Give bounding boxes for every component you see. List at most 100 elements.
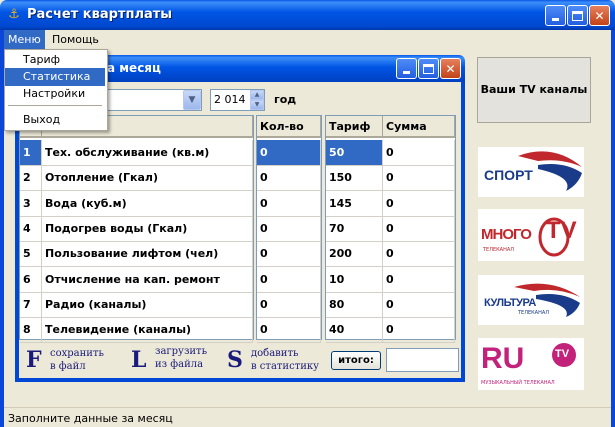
mnogo-logo-tv: TV <box>546 217 577 244</box>
rate-cell[interactable]: 70 <box>326 216 383 242</box>
menu-item-statistics[interactable]: Статистика <box>5 68 105 86</box>
services-grid[interactable]: ги 1Тех. обслуживание (кв.м)2Отопление (… <box>19 115 254 343</box>
kultura-logo[interactable]: КУЛЬТУРА ТЕЛЕКАНАЛ <box>478 275 584 325</box>
minimize-icon <box>403 71 410 74</box>
kultura-logo-text: КУЛЬТУРА <box>484 297 536 309</box>
sport-logo[interactable]: СПОРТ <box>478 147 584 197</box>
row-number-cell[interactable]: 2 <box>20 165 42 191</box>
ru-logo-sub: МУЗЫКАЛЬНЫЙ ТЕЛЕКАНАЛ <box>481 380 555 386</box>
service-name-cell[interactable]: Радио (каналы) <box>42 292 253 318</box>
year-label: год <box>274 93 297 106</box>
rate-cell[interactable]: 50 <box>326 140 383 166</box>
window-title: Расчет квартплаты <box>27 7 173 22</box>
shortcut-key-s: S <box>227 347 243 373</box>
row-number-cell[interactable]: 5 <box>20 241 42 267</box>
close-button[interactable]: ✕ <box>589 5 610 26</box>
row-number-cell[interactable]: 4 <box>20 216 42 242</box>
sum-cell[interactable]: 0 <box>383 140 455 166</box>
sum-cell[interactable]: 0 <box>383 191 455 217</box>
lamp-icon[interactable]: ⚓ <box>6 7 22 23</box>
shortcut-l-line1: загрузить <box>155 346 208 357</box>
service-name-cell[interactable]: Вода (куб.м) <box>42 191 253 217</box>
maximize-button[interactable] <box>567 5 588 26</box>
row-number-cell[interactable]: 3 <box>20 191 42 217</box>
status-text: Заполните данные за месяц <box>8 412 173 425</box>
menu-item-tariff[interactable]: Тариф <box>5 51 105 69</box>
child-close-button[interactable]: ✕ <box>440 58 461 79</box>
rate-cell[interactable]: 150 <box>326 165 383 191</box>
rate-cell[interactable]: 40 <box>326 317 383 343</box>
kultura-logo-sub: ТЕЛЕКАНАЛ <box>518 310 550 316</box>
quantity-cell[interactable]: 0 <box>257 267 321 293</box>
child-maximize-button[interactable] <box>418 58 439 79</box>
sum-cell[interactable]: 0 <box>383 241 455 267</box>
shortcut-s-line2: в статистику <box>251 361 320 372</box>
quantity-grid[interactable]: Кол-во 00000000 <box>256 115 322 343</box>
tv-channels-button[interactable]: Ваши TV каналы <box>477 57 591 123</box>
shortcut-key-f: F <box>26 347 42 373</box>
shortcut-f-line1: сохранить <box>50 348 104 359</box>
quantity-cell[interactable]: 0 <box>257 191 321 217</box>
rate-cell[interactable]: 10 <box>326 267 383 293</box>
shortcut-l-line2: из файла <box>155 359 204 370</box>
sum-cell[interactable]: 0 <box>383 317 455 343</box>
column-header-quantity[interactable]: Кол-во <box>257 116 321 138</box>
child-window-title: за месяц <box>100 61 161 75</box>
ru-tv-logo[interactable]: RU TV МУЗЫКАЛЬНЫЙ ТЕЛЕКАНАЛ <box>478 338 584 390</box>
column-header-sum[interactable]: Сумма <box>383 116 455 138</box>
mnogo-logo-sub: ТЕЛЕКАНАЛ <box>483 247 515 253</box>
service-name-cell[interactable]: Тех. обслуживание (кв.м) <box>42 140 253 166</box>
menu-item-settings[interactable]: Настройки <box>5 85 105 103</box>
sum-cell[interactable]: 0 <box>383 216 455 242</box>
child-minimize-button[interactable] <box>396 58 417 79</box>
window-frame-right <box>611 30 615 427</box>
service-name-cell[interactable]: Отопление (Гкал) <box>42 165 253 191</box>
rate-cell[interactable]: 200 <box>326 241 383 267</box>
ru-logo-text: RU <box>481 342 525 375</box>
service-name-cell[interactable]: Телевидение (каналы) <box>42 317 253 343</box>
service-name-cell[interactable]: Подогрев воды (Гкал) <box>42 216 253 242</box>
quantity-cell[interactable]: 0 <box>257 241 321 267</box>
menu-separator <box>8 105 102 106</box>
year-down-button[interactable]: ▼ <box>250 100 264 110</box>
month-dropdown-button[interactable]: ▼ <box>183 90 201 110</box>
quantity-cell[interactable]: 0 <box>257 317 321 343</box>
menu-help[interactable]: Помощь <box>48 30 103 49</box>
service-name-cell[interactable]: Пользование лифтом (чел) <box>42 241 253 267</box>
minimize-button[interactable] <box>545 5 566 26</box>
quantity-cell[interactable]: 0 <box>257 140 321 166</box>
year-up-button[interactable]: ▲ <box>250 90 264 100</box>
total-field[interactable] <box>386 348 459 372</box>
column-header-rate[interactable]: Тариф <box>326 116 383 138</box>
row-number-cell[interactable]: 1 <box>20 140 42 166</box>
sum-cell[interactable]: 0 <box>383 165 455 191</box>
quantity-cell[interactable]: 0 <box>257 165 321 191</box>
mnogo-tv-logo[interactable]: МНОГО TV ТЕЛЕКАНАЛ <box>478 209 584 261</box>
mnogo-logo-text: МНОГО <box>481 226 532 243</box>
rate-grid[interactable]: Тариф Сумма 50 0 150 0 145 0 70 0 200 0 10 0 80 0 40 0 <box>325 115 456 343</box>
sum-cell[interactable]: 0 <box>383 267 455 293</box>
service-name-cell[interactable]: Отчисление на кап. ремонт <box>42 267 253 293</box>
shortcut-key-l: L <box>131 347 147 373</box>
chevron-down-icon: ▼ <box>188 95 196 105</box>
total-button[interactable]: итого: <box>331 351 381 370</box>
quantity-cell[interactable]: 0 <box>257 216 321 242</box>
close-icon: ✕ <box>445 61 456 76</box>
rate-cell[interactable]: 80 <box>326 292 383 318</box>
row-number-cell[interactable]: 7 <box>20 292 42 318</box>
maximize-icon <box>572 10 583 21</box>
close-icon: ✕ <box>594 8 605 23</box>
quantity-cell[interactable]: 0 <box>257 292 321 318</box>
ru-logo-tv: TV <box>555 348 570 360</box>
minimize-icon <box>552 18 559 21</box>
sum-cell[interactable]: 0 <box>383 292 455 318</box>
menu-item-exit[interactable]: Выход <box>5 111 105 129</box>
row-number-cell[interactable]: 6 <box>20 267 42 293</box>
sport-logo-text: СПОРТ <box>484 167 533 183</box>
maximize-icon <box>423 63 434 74</box>
menu-main[interactable]: Меню <box>4 30 45 49</box>
rate-cell[interactable]: 145 <box>326 191 383 217</box>
shortcut-f-line2: в файл <box>50 361 86 372</box>
row-number-cell[interactable]: 8 <box>20 317 42 343</box>
shortcut-s-line1: добавить <box>251 348 299 359</box>
